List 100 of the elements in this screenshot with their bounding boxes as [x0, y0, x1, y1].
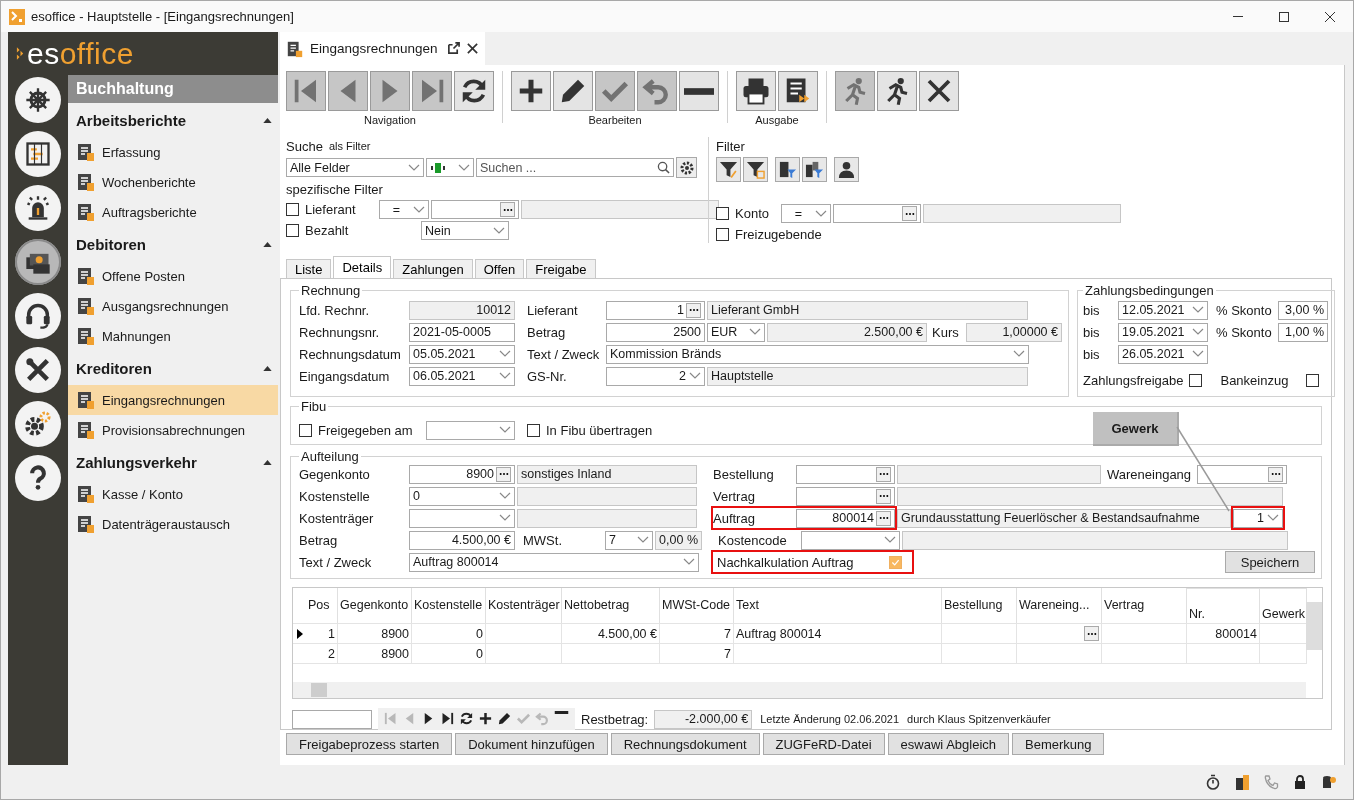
module-button[interactable] — [15, 239, 61, 285]
column-header[interactable]: Wareneing... — [1017, 588, 1102, 623]
input-field[interactable]: 4.500,00 € — [409, 530, 515, 550]
module-button[interactable] — [15, 131, 61, 177]
sidebar-item[interactable]: Eingangsrechnungen — [68, 385, 278, 415]
action-button[interactable]: eswawi Abgleich — [887, 733, 1009, 755]
dropdown-field[interactable]: = — [379, 200, 429, 219]
checkbox[interactable] — [889, 555, 902, 569]
caret-up-icon[interactable] — [263, 117, 272, 123]
ellipsis-button[interactable] — [876, 466, 891, 482]
column-header[interactable]: Nettobetrag — [562, 588, 660, 623]
lookup-field[interactable]: 800014 — [796, 508, 895, 528]
caret-up-icon[interactable] — [263, 459, 272, 465]
filter-button[interactable] — [743, 157, 768, 182]
column-header[interactable]: Pos — [306, 588, 338, 623]
input-field[interactable] — [292, 709, 372, 729]
dropdown-field[interactable]: 1 — [1233, 508, 1283, 528]
settings-button[interactable] — [676, 157, 697, 178]
column-header[interactable]: Text — [734, 588, 942, 623]
tab[interactable]: Details — [333, 256, 392, 278]
toolbar-button[interactable] — [679, 71, 719, 111]
module-button[interactable] — [15, 77, 61, 123]
scrollbar[interactable] — [1306, 602, 1322, 650]
dropdown-field[interactable]: Kommission Bränds — [606, 344, 1029, 364]
save-button[interactable]: Speichern — [1225, 551, 1315, 573]
dropdown-field[interactable]: 0 — [409, 486, 515, 506]
filter-button[interactable] — [775, 157, 800, 182]
input-field[interactable]: 2500 — [606, 322, 705, 342]
close-icon[interactable] — [466, 42, 479, 55]
toolbar-button[interactable] — [877, 71, 917, 111]
ellipsis-button[interactable] — [500, 202, 515, 217]
action-button[interactable]: Freigabeprozess starten — [286, 733, 453, 755]
sidebar-item[interactable]: Datenträgeraustausch — [68, 509, 278, 539]
module-button[interactable] — [15, 293, 61, 339]
tab[interactable]: Zahlungen — [393, 259, 473, 278]
ellipsis-button[interactable] — [902, 206, 917, 221]
ellipsis-button[interactable] — [1084, 626, 1099, 641]
dropdown-field[interactable]: 19.05.2021 — [1118, 322, 1208, 342]
ellipsis-button[interactable] — [876, 510, 891, 526]
input-field[interactable]: 2021-05-0005 — [409, 322, 515, 342]
sidebar-item[interactable]: Erfassung — [68, 137, 278, 167]
lookup-field[interactable] — [431, 200, 519, 219]
toolbar-button[interactable] — [454, 71, 494, 111]
sidebar-item[interactable]: Offene Posten — [68, 261, 278, 291]
dropdown-field[interactable] — [426, 158, 474, 177]
module-button[interactable] — [15, 347, 61, 393]
dropdown-field[interactable]: 05.05.2021 — [409, 344, 515, 364]
action-button[interactable]: ZUGFeRD-Datei — [762, 733, 885, 755]
lookup-field[interactable]: 1 — [606, 300, 705, 320]
action-button[interactable]: Dokument hinzufügen — [455, 733, 608, 755]
input-field[interactable]: 1,00 % — [1278, 322, 1328, 342]
ellipsis-button[interactable] — [496, 466, 511, 482]
sidebar-item[interactable]: Ausgangsrechnungen — [68, 291, 278, 321]
dropdown-field[interactable] — [426, 420, 515, 440]
document-tab[interactable]: Eingangsrechnungen — [280, 32, 485, 65]
checkbox[interactable] — [286, 203, 299, 216]
tab[interactable]: Offen — [474, 259, 525, 278]
ellipsis-button[interactable] — [686, 302, 701, 318]
sidebar-item[interactable]: Provisionsabrechnungen — [68, 415, 278, 445]
ellipsis-button[interactable] — [876, 488, 891, 504]
module-button[interactable] — [15, 455, 61, 501]
caret-up-icon[interactable] — [263, 241, 272, 247]
toolbar-button[interactable] — [919, 71, 959, 111]
sidebar-item[interactable]: Mahnungen — [68, 321, 278, 351]
dropdown-field[interactable]: 06.05.2021 — [409, 366, 515, 386]
toolbar-button[interactable] — [778, 71, 818, 111]
checkbox[interactable] — [286, 224, 299, 237]
module-button[interactable] — [15, 401, 61, 447]
checkbox[interactable] — [716, 207, 729, 220]
dropdown-field[interactable]: EUR — [707, 322, 765, 342]
column-header[interactable]: Kostenträger — [486, 588, 562, 623]
dropdown-field[interactable]: = — [781, 204, 831, 223]
search-field[interactable]: Suchen ... — [476, 158, 674, 177]
column-header[interactable]: Bestellung — [942, 588, 1017, 623]
group-header[interactable]: Debitoren — [76, 235, 146, 253]
checkbox[interactable] — [1189, 373, 1203, 387]
module-button[interactable] — [15, 185, 61, 231]
sidebar-item[interactable]: Kasse / Konto — [68, 479, 278, 509]
toolbar-button[interactable] — [553, 71, 593, 111]
dropdown-field[interactable]: Auftrag 800014 — [409, 552, 699, 572]
dropdown-field[interactable] — [409, 508, 515, 528]
filter-button[interactable] — [802, 157, 827, 182]
column-header[interactable]: Nr. — [1187, 588, 1260, 623]
lookup-field[interactable] — [796, 464, 895, 484]
ellipsis-button[interactable] — [1268, 466, 1283, 482]
sidebar-item[interactable]: Wochenberichte — [68, 167, 278, 197]
group-header[interactable]: Arbeitsberichte — [76, 111, 187, 129]
column-header[interactable]: Gegenkonto — [338, 588, 412, 623]
dropdown-field[interactable]: 12.05.2021 — [1118, 300, 1208, 320]
input-field[interactable]: 3,00 % — [1278, 300, 1328, 320]
scrollbar[interactable] — [293, 682, 1306, 698]
column-header[interactable]: Kostenstelle — [412, 588, 486, 623]
group-header[interactable]: Zahlungsverkehr — [76, 453, 197, 471]
action-button[interactable]: Bemerkung — [1012, 733, 1105, 755]
filter-button[interactable] — [834, 157, 859, 182]
column-header[interactable]: Vertrag — [1102, 588, 1187, 623]
dropdown-field[interactable]: 26.05.2021 — [1118, 344, 1208, 364]
dropdown-field[interactable]: 7 — [605, 530, 653, 550]
lookup-field[interactable]: 8900 — [409, 464, 515, 484]
tab[interactable]: Freigabe — [526, 259, 596, 278]
